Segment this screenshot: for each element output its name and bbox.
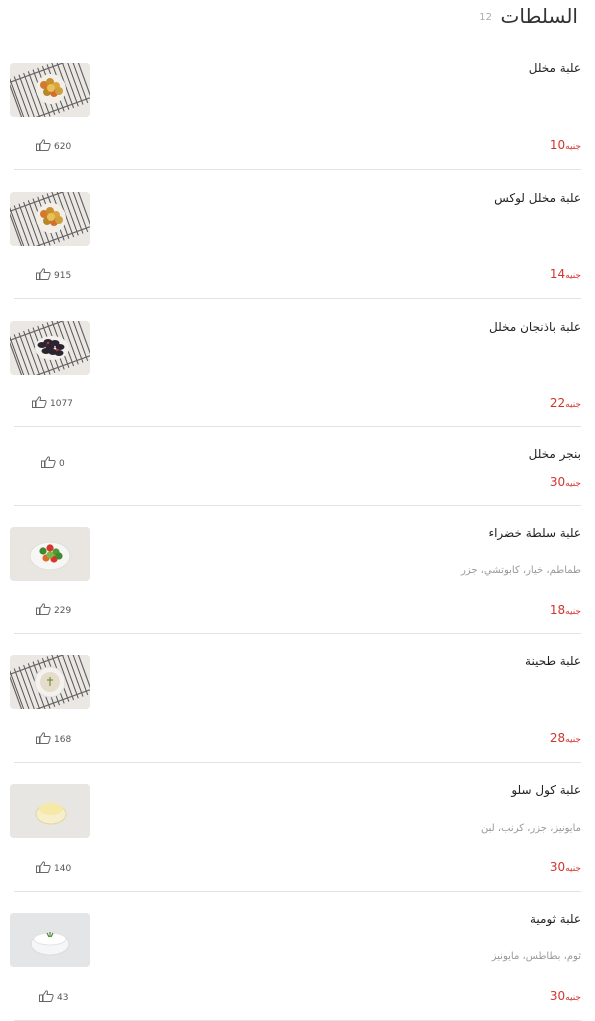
menu-item-description: طماطم، خيار، كابوتشي، جزر: [460, 565, 581, 576]
menu-item-name: علبة طحينة: [525, 654, 581, 668]
menu-item-name: علبة مخلل: [528, 61, 581, 75]
menu-item[interactable]: علبة كول سلو مايونيز، جزر، كرنب، لبن جنيه3…: [10, 763, 581, 892]
menu-item-description: مايونيز، جزر، كرنب، لبن: [481, 823, 581, 834]
menu-item-image[interactable]: [10, 913, 90, 967]
thumbs-up-icon: [39, 990, 55, 1005]
thumbs-up-icon: [36, 861, 52, 876]
like-count: 620: [54, 141, 72, 152]
menu-item-list: علبة مخلل جنيه10 620 علبة مخلل لوكس جنيه14 91…: [0, 40, 595, 1021]
menu-item[interactable]: علبة ثومية ثوم، بطاطس، مايونيز جنيه30 43: [10, 892, 581, 1021]
menu-item-price: جنيه28: [550, 731, 581, 745]
menu-item-name: علبة كول سلو: [511, 783, 581, 797]
like-count: 43: [57, 992, 69, 1003]
menu-item-price: جنيه22: [550, 396, 581, 410]
menu-item-image[interactable]: [10, 321, 90, 375]
menu-item-name: علبة سلطة خضراء: [488, 526, 581, 540]
menu-item-image[interactable]: [10, 655, 90, 709]
menu-item-price: جنيه14: [550, 267, 581, 281]
like-count: 140: [54, 863, 72, 874]
like-count: 915: [54, 270, 72, 281]
thumbs-up-icon: [41, 456, 57, 471]
price-value: 10: [549, 138, 566, 152]
menu-item-image[interactable]: [10, 784, 90, 838]
menu-item-image[interactable]: [10, 63, 90, 117]
menu-item-price: جنيه18: [550, 603, 581, 617]
menu-item-price: جنيه30: [550, 860, 581, 874]
menu-item[interactable]: علبة باذنجان مخلل جنيه22 1077: [10, 299, 581, 427]
like-count: 229: [54, 605, 72, 616]
price-currency: جنيه: [565, 271, 581, 281]
thumbs-up-icon: [36, 603, 52, 618]
section-item-count: 12: [479, 12, 492, 23]
like-count: 168: [54, 734, 72, 745]
price-value: 18: [549, 603, 566, 617]
thumbs-up-icon: [36, 139, 52, 154]
menu-item-name: بنجر مخلل: [528, 447, 581, 461]
menu-item[interactable]: علبة طحينة جنيه28 168: [10, 634, 581, 763]
menu-item-name: علبة ثومية: [529, 912, 581, 926]
menu-item-description: ثوم، بطاطس، مايونيز: [491, 951, 581, 962]
thumbs-up-icon: [32, 396, 48, 411]
like-button[interactable]: 915: [36, 268, 71, 283]
like-button[interactable]: 620: [36, 139, 71, 154]
menu-item-image[interactable]: [10, 192, 90, 246]
price-currency: جنيه: [565, 479, 581, 489]
like-button[interactable]: 0: [41, 456, 65, 471]
price-value: 22: [549, 396, 566, 410]
like-button[interactable]: 168: [36, 732, 71, 747]
section-header: السلطات 12: [0, 0, 595, 32]
price-currency: جنيه: [565, 864, 581, 874]
menu-item[interactable]: علبة مخلل لوكس جنيه14 915: [10, 170, 581, 299]
like-count: 1077: [50, 398, 73, 409]
menu-item-price: جنيه30: [550, 475, 581, 489]
menu-item[interactable]: علبة سلطة خضراء طماطم، خيار، كابوتشي، جزر…: [10, 506, 581, 634]
price-currency: جنيه: [565, 142, 581, 152]
like-button[interactable]: 140: [36, 861, 71, 876]
like-button[interactable]: 1077: [32, 396, 73, 411]
menu-item-price: جنيه30: [550, 989, 581, 1003]
menu-item-name: علبة باذنجان مخلل: [489, 320, 581, 334]
price-value: 30: [549, 475, 566, 489]
price-currency: جنيه: [565, 607, 581, 617]
like-count: 0: [59, 458, 65, 469]
menu-item[interactable]: بنجر مخلل جنيه30 0: [14, 427, 581, 506]
like-button[interactable]: 43: [39, 990, 68, 1005]
price-value: 14: [549, 267, 566, 281]
thumbs-up-icon: [36, 732, 52, 747]
section-title: السلطات: [500, 4, 578, 28]
price-value: 30: [549, 860, 566, 874]
thumbs-up-icon: [36, 268, 52, 283]
like-button[interactable]: 229: [36, 603, 71, 618]
price-value: 28: [549, 731, 566, 745]
menu-item-price: جنيه10: [550, 138, 581, 152]
menu-item-name: علبة مخلل لوكس: [494, 191, 581, 205]
price-currency: جنيه: [565, 400, 581, 410]
price-currency: جنيه: [565, 735, 581, 745]
menu-item[interactable]: علبة مخلل جنيه10 620: [10, 40, 581, 170]
menu-item-image[interactable]: [10, 527, 90, 581]
price-currency: جنيه: [565, 993, 581, 1003]
price-value: 30: [549, 989, 566, 1003]
